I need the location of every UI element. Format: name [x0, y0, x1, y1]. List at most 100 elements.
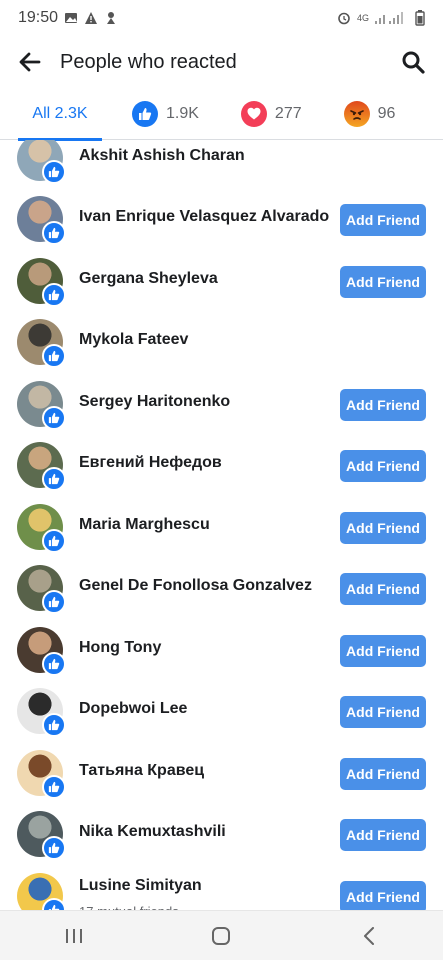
person-name[interactable]: Maria Marghescu	[79, 516, 210, 534]
avatar-container[interactable]	[17, 873, 66, 910]
avatar-container[interactable]	[17, 565, 66, 614]
reactors-list: Akshit Ashish Charan Ivan Enrique Velasqu…	[0, 140, 443, 910]
avatar-container[interactable]	[17, 319, 66, 368]
back-button[interactable]	[0, 36, 60, 88]
avatar-container[interactable]	[17, 627, 66, 676]
tab-love[interactable]: 277	[240, 88, 302, 140]
add-friend-button[interactable]: Add Friend	[340, 512, 426, 544]
add-friend-button[interactable]: Add Friend	[340, 635, 426, 667]
tab-like-count: 1.9K	[166, 104, 199, 122]
recent-apps-button[interactable]	[44, 911, 104, 960]
like-icon	[42, 652, 66, 676]
list-item[interactable]: Akshit Ashish Charan	[0, 140, 443, 189]
avatar-container[interactable]	[17, 196, 66, 245]
app-notification-icon	[107, 12, 116, 24]
system-nav-bar	[0, 910, 443, 960]
list-item[interactable]: Genel De Fonollosa Gonzalvez Add Friend	[0, 558, 443, 619]
add-friend-button[interactable]: Add Friend	[340, 573, 426, 605]
search-button[interactable]	[383, 36, 443, 88]
add-friend-button[interactable]: Add Friend	[340, 266, 426, 298]
add-friend-button[interactable]: Add Friend	[340, 696, 426, 728]
like-icon	[42, 344, 66, 368]
tab-angry[interactable]: 96	[343, 88, 396, 140]
like-icon	[42, 467, 66, 491]
person-name[interactable]: Gergana Sheyleva	[79, 270, 218, 288]
like-icon	[132, 100, 158, 127]
back-nav-icon	[364, 926, 375, 945]
notification-icons	[64, 11, 118, 25]
person-name[interactable]: Genel De Fonollosa Gonzalvez	[79, 577, 312, 595]
like-icon	[42, 160, 66, 184]
add-friend-button[interactable]: Add Friend	[340, 389, 426, 421]
person-name[interactable]: Sergey Haritonenko	[79, 393, 230, 411]
person-name[interactable]: Dopebwoi Lee	[79, 700, 187, 718]
tab-angry-count: 96	[377, 104, 396, 122]
list-item[interactable]: Maria Marghescu Add Friend	[0, 497, 443, 558]
home-icon	[212, 926, 231, 945]
list-item[interactable]: Ivan Enrique Velasquez Alvarado Add Frien…	[0, 189, 443, 250]
avatar-container[interactable]	[17, 381, 66, 430]
home-button[interactable]	[191, 911, 251, 960]
page-title: People who reacted	[60, 50, 237, 73]
like-icon	[42, 221, 66, 245]
like-icon	[42, 529, 66, 553]
avatar-container[interactable]	[17, 811, 66, 860]
list-item[interactable]: Mykola Fateev	[0, 312, 443, 373]
avatar-container[interactable]	[17, 750, 66, 799]
like-icon	[42, 406, 66, 430]
tab-all-label: All 2.3K	[32, 104, 88, 122]
person-name[interactable]: Akshit Ashish Charan	[79, 147, 245, 165]
person-name[interactable]: Евгений Нефедов	[79, 454, 222, 472]
person-name[interactable]: Lusine Simityan	[79, 877, 202, 895]
battery-icon	[415, 10, 425, 26]
header: People who reacted	[0, 36, 443, 88]
avatar-container[interactable]	[17, 442, 66, 491]
tab-like[interactable]: 1.9K	[132, 88, 199, 140]
angry-icon	[343, 100, 370, 127]
add-friend-button[interactable]: Add Friend	[340, 758, 426, 790]
recent-apps-icon	[65, 928, 82, 943]
list-item[interactable]: Евгений Нефедов Add Friend	[0, 435, 443, 496]
list-item[interactable]: Татьяна Кравец Add Friend	[0, 743, 443, 804]
person-name[interactable]: Ivan Enrique Velasquez Alvarado	[79, 208, 329, 226]
warning-icon	[85, 12, 98, 24]
like-icon	[42, 283, 66, 307]
add-friend-button[interactable]: Add Friend	[340, 450, 426, 482]
person-name[interactable]: Mykola Fateev	[79, 331, 188, 349]
avatar-container[interactable]	[17, 688, 66, 737]
like-icon	[42, 836, 66, 860]
status-right: 4G	[337, 10, 425, 26]
add-friend-button[interactable]: Add Friend	[340, 881, 426, 910]
avatar-container[interactable]	[17, 504, 66, 553]
status-time: 19:50	[18, 9, 59, 26]
like-icon	[42, 713, 66, 737]
list-item[interactable]: Sergey Haritonenko Add Friend	[0, 374, 443, 435]
list-item[interactable]: Dopebwoi Lee Add Friend	[0, 681, 443, 742]
gallery-icon	[65, 13, 78, 23]
like-icon	[42, 590, 66, 614]
like-icon	[42, 775, 66, 799]
avatar-container[interactable]	[17, 140, 66, 184]
list-item[interactable]: Lusine Simityan17 mutual friendsAdd Frie…	[0, 866, 443, 910]
status-left: 19:50	[18, 9, 118, 27]
list-item[interactable]: Gergana Sheyleva Add Friend	[0, 251, 443, 312]
signal-icon	[375, 12, 403, 24]
love-icon	[240, 100, 267, 127]
alarm-icon	[338, 12, 350, 25]
person-name[interactable]: Hong Tony	[79, 639, 161, 657]
tab-all[interactable]: All 2.3K	[18, 88, 102, 141]
avatar-container[interactable]	[17, 258, 66, 307]
list-item[interactable]: Hong Tony Add Friend	[0, 620, 443, 681]
search-icon	[402, 51, 425, 74]
network-type: 4G	[356, 12, 369, 23]
add-friend-button[interactable]: Add Friend	[340, 204, 426, 236]
person-name[interactable]: Татьяна Кравец	[79, 762, 204, 780]
status-bar: 19:50 4G	[0, 0, 443, 36]
list-item[interactable]: Nika Kemuxtashvili Add Friend	[0, 804, 443, 865]
person-name[interactable]: Nika Kemuxtashvili	[79, 823, 226, 841]
add-friend-button[interactable]: Add Friend	[340, 819, 426, 851]
tab-love-count: 277	[274, 104, 302, 122]
back-nav-button[interactable]	[339, 911, 399, 960]
arrow-left-icon	[19, 52, 41, 72]
reaction-tabs: All 2.3K 1.9K 277 96	[0, 88, 443, 141]
